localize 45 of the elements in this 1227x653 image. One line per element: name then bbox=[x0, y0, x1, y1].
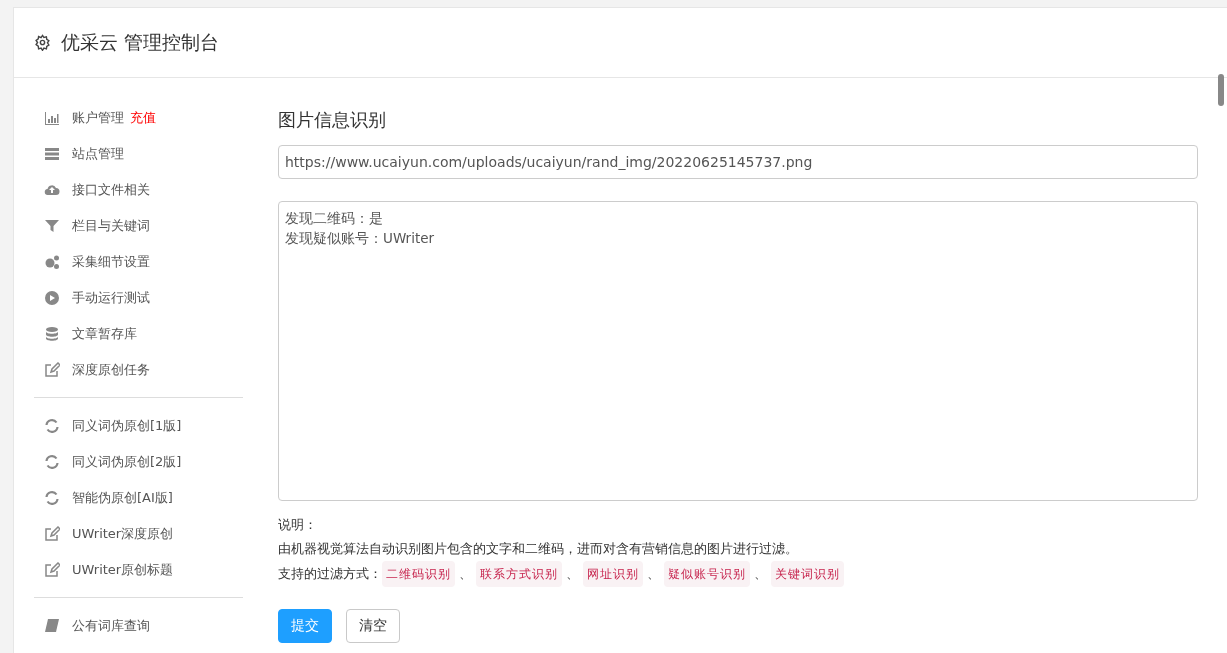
sidebar-item[interactable]: 同义词伪原创[1版] bbox=[72, 417, 182, 435]
sidebar-item[interactable]: 文章暂存库 bbox=[72, 325, 137, 343]
sidebar-item[interactable]: 栏目与关键词 bbox=[72, 217, 150, 235]
separator: 、 bbox=[566, 565, 579, 583]
console-title: 优采云 管理控制台 bbox=[61, 29, 220, 55]
separator: 、 bbox=[754, 565, 767, 583]
settings-icon bbox=[34, 34, 51, 51]
sidebar-item[interactable]: 站点管理 bbox=[72, 145, 124, 163]
filter-tag: 网址识别 bbox=[583, 561, 643, 587]
result-field[interactable]: 发现二维码：是 发现疑似账号：UWriter bbox=[278, 201, 1198, 501]
description-text: 由机器视觉算法自动识别图片包含的文字和二维码，进而对含有营销信息的图片进行过滤。 bbox=[278, 540, 798, 558]
server-icon bbox=[44, 146, 60, 162]
bar-chart-icon bbox=[44, 110, 60, 126]
edit-icon bbox=[44, 362, 60, 378]
scrollbar-thumb[interactable] bbox=[1218, 74, 1224, 106]
sidebar-item[interactable]: 深度原创任务 bbox=[72, 361, 150, 379]
edit-icon bbox=[44, 562, 60, 578]
filter-icon bbox=[44, 218, 60, 234]
separator: 、 bbox=[459, 565, 472, 583]
refresh-icon bbox=[44, 490, 60, 506]
sidebar-item[interactable]: 同义词伪原创[2版] bbox=[72, 453, 182, 471]
sidebar-item[interactable]: 手动运行测试 bbox=[72, 289, 150, 307]
filter-tag: 联系方式识别 bbox=[476, 561, 562, 587]
sidebar-item[interactable]: UWriter原创标题 bbox=[72, 561, 174, 579]
filter-tag: 二维码识别 bbox=[382, 561, 455, 587]
notes-heading: 说明： bbox=[278, 516, 317, 534]
separator: 、 bbox=[647, 565, 660, 583]
sidebar-item[interactable]: 采集细节设置 bbox=[72, 253, 150, 271]
filter-tag: 关键词识别 bbox=[771, 561, 844, 587]
filter-tag: 疑似账号识别 bbox=[664, 561, 750, 587]
filters-label: 支持的过滤方式： bbox=[278, 565, 382, 583]
sidebar-item[interactable]: 接口文件相关 bbox=[72, 181, 150, 199]
sidebar-item[interactable]: 公有词库查询 bbox=[72, 617, 150, 635]
sidebar-item[interactable]: UWriter深度原创 bbox=[72, 525, 174, 543]
section-title: 图片信息识别 bbox=[278, 108, 387, 132]
database-icon bbox=[44, 326, 60, 342]
cloud-upload-icon bbox=[44, 182, 60, 198]
clear-button[interactable]: 清空 bbox=[346, 609, 400, 643]
refresh-icon bbox=[44, 454, 60, 470]
refresh-icon bbox=[44, 418, 60, 434]
sidebar-item[interactable]: 智能伪原创[AI版] bbox=[72, 489, 173, 507]
url-field[interactable]: https://www.ucaiyun.com/uploads/ucaiyun/rand_img/20220625145737.png bbox=[278, 145, 1198, 179]
edit-icon bbox=[44, 526, 60, 542]
play-icon bbox=[44, 290, 60, 306]
sidebar-item[interactable]: 账户管理 充值 bbox=[72, 109, 156, 127]
